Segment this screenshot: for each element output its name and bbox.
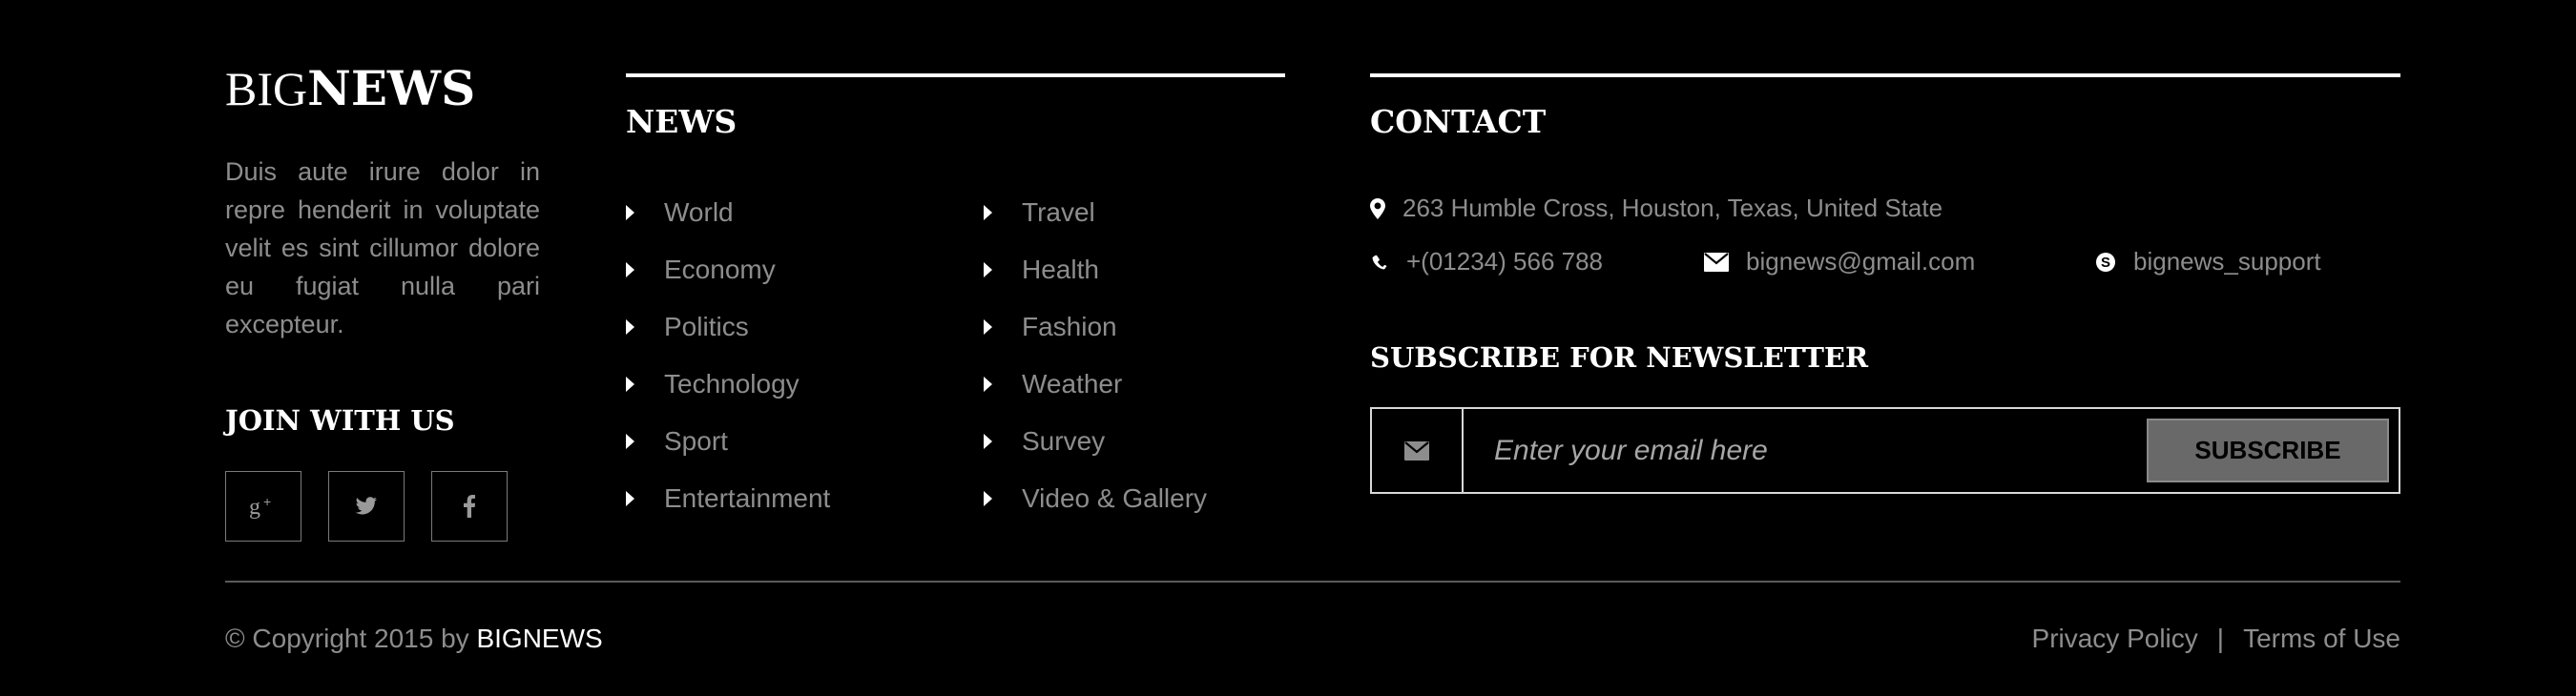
privacy-policy-link[interactable]: Privacy Policy	[2032, 624, 2198, 654]
newsletter-title: SUBSCRIBE FOR NEWSLETTER	[1370, 341, 1869, 374]
phone-icon	[1372, 255, 1389, 269]
caret-right-icon	[984, 262, 992, 277]
envelope-icon	[1704, 252, 1729, 272]
copyright-prefix: © Copyright 2015 by	[225, 624, 477, 653]
news-link-label: Travel	[1022, 197, 1095, 227]
caret-right-icon	[626, 262, 634, 277]
news-rule	[626, 73, 1285, 77]
news-link[interactable]: Video & Gallery	[984, 470, 1207, 527]
news-link[interactable]: Travel	[984, 184, 1207, 241]
footer-divider	[225, 581, 2400, 583]
news-link-label: Weather	[1022, 369, 1123, 399]
caret-right-icon	[626, 434, 634, 449]
email-text[interactable]: bignews@gmail.com	[1746, 247, 1975, 276]
contact-skype: S bignews_support	[2095, 247, 2321, 276]
twitter-button[interactable]	[328, 471, 405, 542]
contact-rule	[1370, 73, 2400, 77]
social-links: g +	[225, 471, 508, 542]
legal-separator: |	[2216, 624, 2225, 653]
news-link-label: Entertainment	[664, 483, 831, 513]
logo[interactable]: BIGNEWS	[225, 65, 540, 113]
about-column: BIGNEWS Duis aute irure dolor in repre h…	[225, 65, 540, 343]
news-link-label: Survey	[1022, 426, 1106, 456]
contact-address: 263 Humble Cross, Houston, Texas, United…	[1370, 194, 1942, 223]
svg-text:+: +	[263, 494, 271, 509]
facebook-button[interactable]	[431, 471, 508, 542]
legal-links: Privacy Policy | Terms of Use	[2032, 624, 2400, 654]
caret-right-icon	[626, 377, 634, 392]
skype-icon: S	[2096, 252, 2115, 272]
envelope-icon	[1404, 440, 1429, 461]
contact-title: CONTACT	[1370, 103, 1547, 140]
news-link-label: Fashion	[1022, 312, 1117, 341]
svg-text:S: S	[2101, 255, 2110, 271]
site-footer: BIGNEWS Duis aute irure dolor in repre h…	[0, 0, 2576, 696]
news-link[interactable]: Entertainment	[626, 470, 830, 527]
map-pin-icon	[1370, 197, 1385, 219]
subscribe-button[interactable]: SUBSCRIBE	[2147, 419, 2389, 482]
news-link[interactable]: Sport	[626, 413, 830, 470]
news-link[interactable]: World	[626, 184, 830, 241]
news-title: NEWS	[626, 103, 737, 140]
news-link[interactable]: Technology	[626, 356, 830, 413]
svg-text:g: g	[249, 495, 260, 519]
news-link-label: Sport	[664, 426, 728, 456]
contact-phone: +(01234) 566 788	[1370, 247, 1603, 276]
news-list-right: Travel Health Fashion Weather Survey Video & …	[984, 184, 1207, 527]
news-link-label: Politics	[664, 312, 749, 341]
news-link[interactable]: Health	[984, 241, 1207, 298]
subscribe-form: SUBSCRIBE	[1370, 407, 2400, 494]
google-plus-button[interactable]: g +	[225, 471, 301, 542]
news-link-label: Technology	[664, 369, 800, 399]
news-link-label: Economy	[664, 255, 776, 284]
terms-of-use-link[interactable]: Terms of Use	[2243, 624, 2400, 654]
caret-right-icon	[984, 205, 992, 220]
caret-right-icon	[626, 205, 634, 220]
news-link-label: Video & Gallery	[1022, 483, 1208, 513]
skype-text[interactable]: bignews_support	[2133, 247, 2321, 276]
copyright-brand[interactable]: BIGNEWS	[476, 624, 602, 653]
caret-right-icon	[984, 491, 992, 506]
logo-bold: NEWS	[307, 60, 476, 116]
join-title: JOIN WITH US	[225, 404, 455, 437]
contact-email: bignews@gmail.com	[1704, 247, 1975, 276]
google-plus-icon: g +	[249, 494, 271, 519]
logo-thin: BIG	[225, 62, 308, 115]
news-link-label: World	[664, 197, 734, 227]
news-link[interactable]: Weather	[984, 356, 1207, 413]
news-link[interactable]: Survey	[984, 413, 1207, 470]
mail-cell	[1372, 409, 1464, 492]
about-text: Duis aute irure dolor in repre henderit …	[225, 157, 540, 338]
twitter-icon	[355, 497, 377, 515]
address-text: 263 Humble Cross, Houston, Texas, United…	[1402, 194, 1943, 222]
copyright: © Copyright 2015 by BIGNEWS	[225, 624, 603, 654]
caret-right-icon	[626, 491, 634, 506]
phone-text[interactable]: +(01234) 566 788	[1406, 247, 1603, 276]
facebook-icon	[464, 495, 475, 518]
caret-right-icon	[984, 377, 992, 392]
caret-right-icon	[984, 319, 992, 335]
news-link[interactable]: Fashion	[984, 298, 1207, 356]
news-list-left: World Economy Politics Technology Sport Enter…	[626, 184, 830, 527]
news-link[interactable]: Politics	[626, 298, 830, 356]
news-link-label: Health	[1022, 255, 1099, 284]
news-link[interactable]: Economy	[626, 241, 830, 298]
email-input[interactable]	[1464, 409, 2147, 492]
caret-right-icon	[626, 319, 634, 335]
caret-right-icon	[984, 434, 992, 449]
